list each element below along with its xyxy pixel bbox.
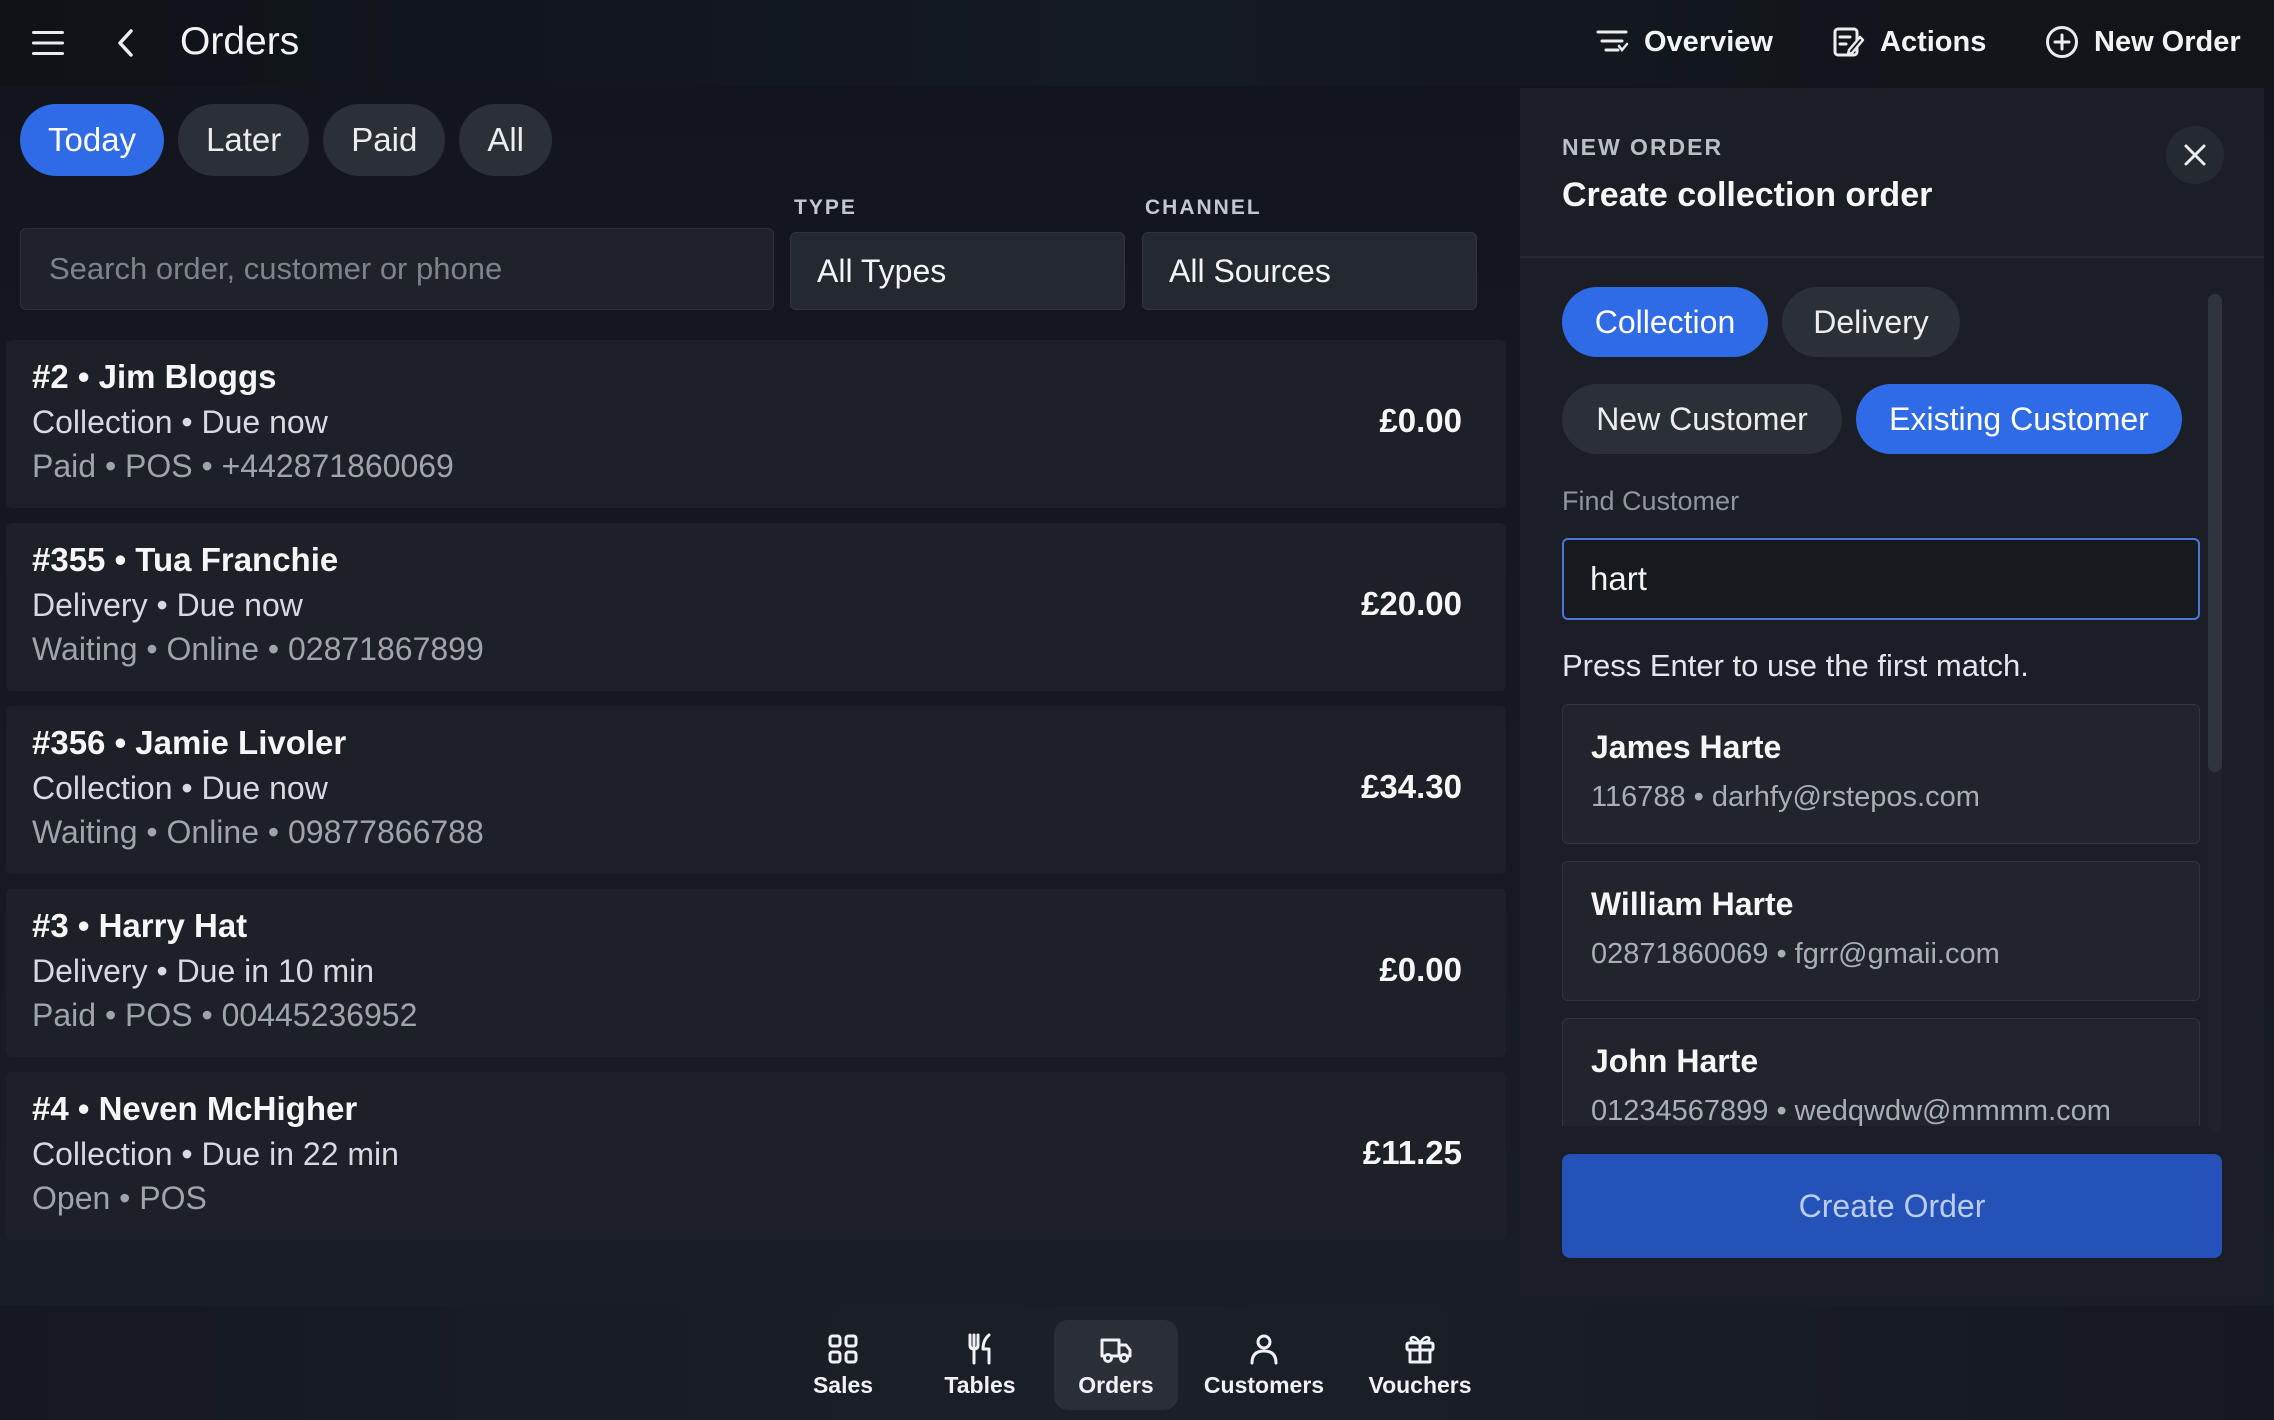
grid-icon xyxy=(828,1334,858,1363)
order-status-source: Waiting • Online • 02871867899 xyxy=(32,631,484,667)
edit-note-icon xyxy=(1833,27,1865,57)
order-title: #4 • Neven McHigher xyxy=(32,1090,358,1127)
nav-item-sales[interactable]: Sales xyxy=(781,1320,905,1410)
nav-label: Orders xyxy=(1078,1371,1154,1398)
filter-chip-today[interactable]: Today xyxy=(20,104,165,176)
nav-item-orders[interactable]: Orders xyxy=(1054,1320,1178,1410)
nav-item-tables[interactable]: Tables xyxy=(918,1320,1042,1410)
orders-pane: Today Later Paid All TYPE CHANNEL Search… xyxy=(6,88,1506,1303)
filter-chip-all[interactable]: All xyxy=(459,104,553,176)
customer-name: William Harte xyxy=(1591,886,1794,922)
new-order-button[interactable]: New Order xyxy=(2044,18,2241,66)
order-amount: £0.00 xyxy=(1379,402,1462,439)
find-customer-label: Find Customer xyxy=(1562,486,1740,516)
actions-button[interactable]: Actions xyxy=(1830,18,1986,66)
gift-icon xyxy=(1405,1335,1435,1363)
new-order-label: New Order xyxy=(2094,25,2241,58)
nav-label: Vouchers xyxy=(1368,1371,1472,1398)
customer-name: James Harte xyxy=(1591,729,1782,765)
order-type-collection[interactable]: Collection xyxy=(1562,287,1768,357)
close-icon xyxy=(2184,144,2206,166)
order-status-source: Paid • POS • 00445236952 xyxy=(32,997,418,1033)
person-icon xyxy=(1250,1334,1278,1364)
filter-lines-icon xyxy=(1596,30,1629,53)
panel-eyebrow: NEW ORDER xyxy=(1562,134,1724,160)
bottom-nav: Sales Tables Orders Customers Vouchers xyxy=(0,1306,2274,1420)
customer-contact: 116788 • darhfy@rstepos.com xyxy=(1591,781,1980,813)
order-row[interactable]: #356 • Jamie Livoler Collection • Due no… xyxy=(6,706,1506,874)
search-hint: Press Enter to use the first match. xyxy=(1562,648,2029,683)
channel-select[interactable]: All Sources xyxy=(1142,232,1477,310)
type-label: TYPE xyxy=(794,196,857,219)
customer-name: John Harte xyxy=(1591,1043,1759,1079)
order-title: #3 • Harry Hat xyxy=(32,907,248,944)
filter-chip-paid[interactable]: Paid xyxy=(323,104,446,176)
close-button[interactable] xyxy=(2166,126,2224,184)
nav-label: Sales xyxy=(812,1371,874,1398)
order-title: #2 • Jim Bloggs xyxy=(32,358,277,395)
page-title: Orders xyxy=(180,20,300,63)
scrollbar-thumb[interactable] xyxy=(2208,294,2222,772)
order-status-source: Paid • POS • +442871860069 xyxy=(32,448,454,484)
actions-label: Actions xyxy=(1880,25,1987,58)
filter-chip-later[interactable]: Later xyxy=(178,104,310,176)
customer-results-list: James Harte 116788 • darhfy@rstepos.com … xyxy=(1562,704,2202,1126)
menu-icon[interactable] xyxy=(28,23,68,63)
find-customer-input[interactable]: hart xyxy=(1562,538,2200,620)
order-amount: £20.00 xyxy=(1361,585,1462,622)
search-input[interactable]: Search order, customer or phone xyxy=(20,228,774,310)
overview-button[interactable]: Overview xyxy=(1594,18,1773,66)
customer-contact: 01234567899 • wedqwdw@mmmm.com xyxy=(1591,1095,2111,1126)
create-order-button[interactable]: Create Order xyxy=(1562,1154,2222,1258)
order-row[interactable]: #355 • Tua Franchie Delivery • Due now W… xyxy=(6,523,1506,691)
plus-circle-icon xyxy=(2046,26,2078,58)
order-row[interactable]: #3 • Harry Hat Delivery • Due in 10 min … xyxy=(6,889,1506,1057)
customer-contact: 02871860069 • fgrr@gmaii.com xyxy=(1591,938,2000,970)
customer-result[interactable]: John Harte 01234567899 • wedqwdw@mmmm.co… xyxy=(1562,1018,2200,1126)
channel-label: CHANNEL xyxy=(1145,196,1262,219)
new-order-panel: NEW ORDER Create collection order Collec… xyxy=(1520,88,2264,1298)
order-type-due: Collection • Due now xyxy=(32,404,328,440)
order-type-due: Collection • Due in 22 min xyxy=(32,1136,399,1172)
order-type-delivery[interactable]: Delivery xyxy=(1782,287,1960,357)
order-row[interactable]: #4 • Neven McHigher Collection • Due in … xyxy=(6,1072,1506,1240)
order-row[interactable]: #2 • Jim Bloggs Collection • Due now Pai… xyxy=(6,340,1506,508)
order-type-due: Delivery • Due in 10 min xyxy=(32,953,374,989)
overview-label: Overview xyxy=(1644,25,1773,58)
delivery-truck-icon xyxy=(1100,1338,1132,1363)
panel-divider xyxy=(1520,256,2264,258)
order-status-source: Waiting • Online • 09877866788 xyxy=(32,814,484,850)
customer-result[interactable]: James Harte 116788 • darhfy@rstepos.com xyxy=(1562,704,2200,844)
order-type-due: Collection • Due now xyxy=(32,770,328,806)
back-chevron-icon[interactable] xyxy=(106,23,146,63)
panel-title: Create collection order xyxy=(1562,176,1933,214)
order-amount: £11.25 xyxy=(1362,1134,1462,1171)
type-select[interactable]: All Types xyxy=(790,232,1125,310)
app-window: Orders Overview Actions New Order Today … xyxy=(0,0,2274,1420)
order-amount: £34.30 xyxy=(1361,768,1462,805)
cutlery-icon xyxy=(968,1333,991,1364)
nav-item-vouchers[interactable]: Vouchers xyxy=(1358,1320,1482,1410)
order-title: #356 • Jamie Livoler xyxy=(32,724,347,761)
order-title: #355 • Tua Franchie xyxy=(32,541,339,578)
order-amount: £0.00 xyxy=(1379,951,1462,988)
order-type-due: Delivery • Due now xyxy=(32,587,303,623)
customer-result[interactable]: William Harte 02871860069 • fgrr@gmaii.c… xyxy=(1562,861,2200,1001)
customer-type-existing[interactable]: Existing Customer xyxy=(1856,384,2182,454)
nav-item-customers[interactable]: Customers xyxy=(1202,1320,1326,1410)
order-status-source: Open • POS xyxy=(32,1180,207,1216)
nav-label: Customers xyxy=(1203,1371,1325,1398)
customer-type-new[interactable]: New Customer xyxy=(1562,384,1842,454)
nav-label: Tables xyxy=(944,1371,1016,1398)
header-bar: Orders Overview Actions New Order xyxy=(0,0,2274,86)
date-filter-chips: Today Later Paid All xyxy=(20,104,553,176)
